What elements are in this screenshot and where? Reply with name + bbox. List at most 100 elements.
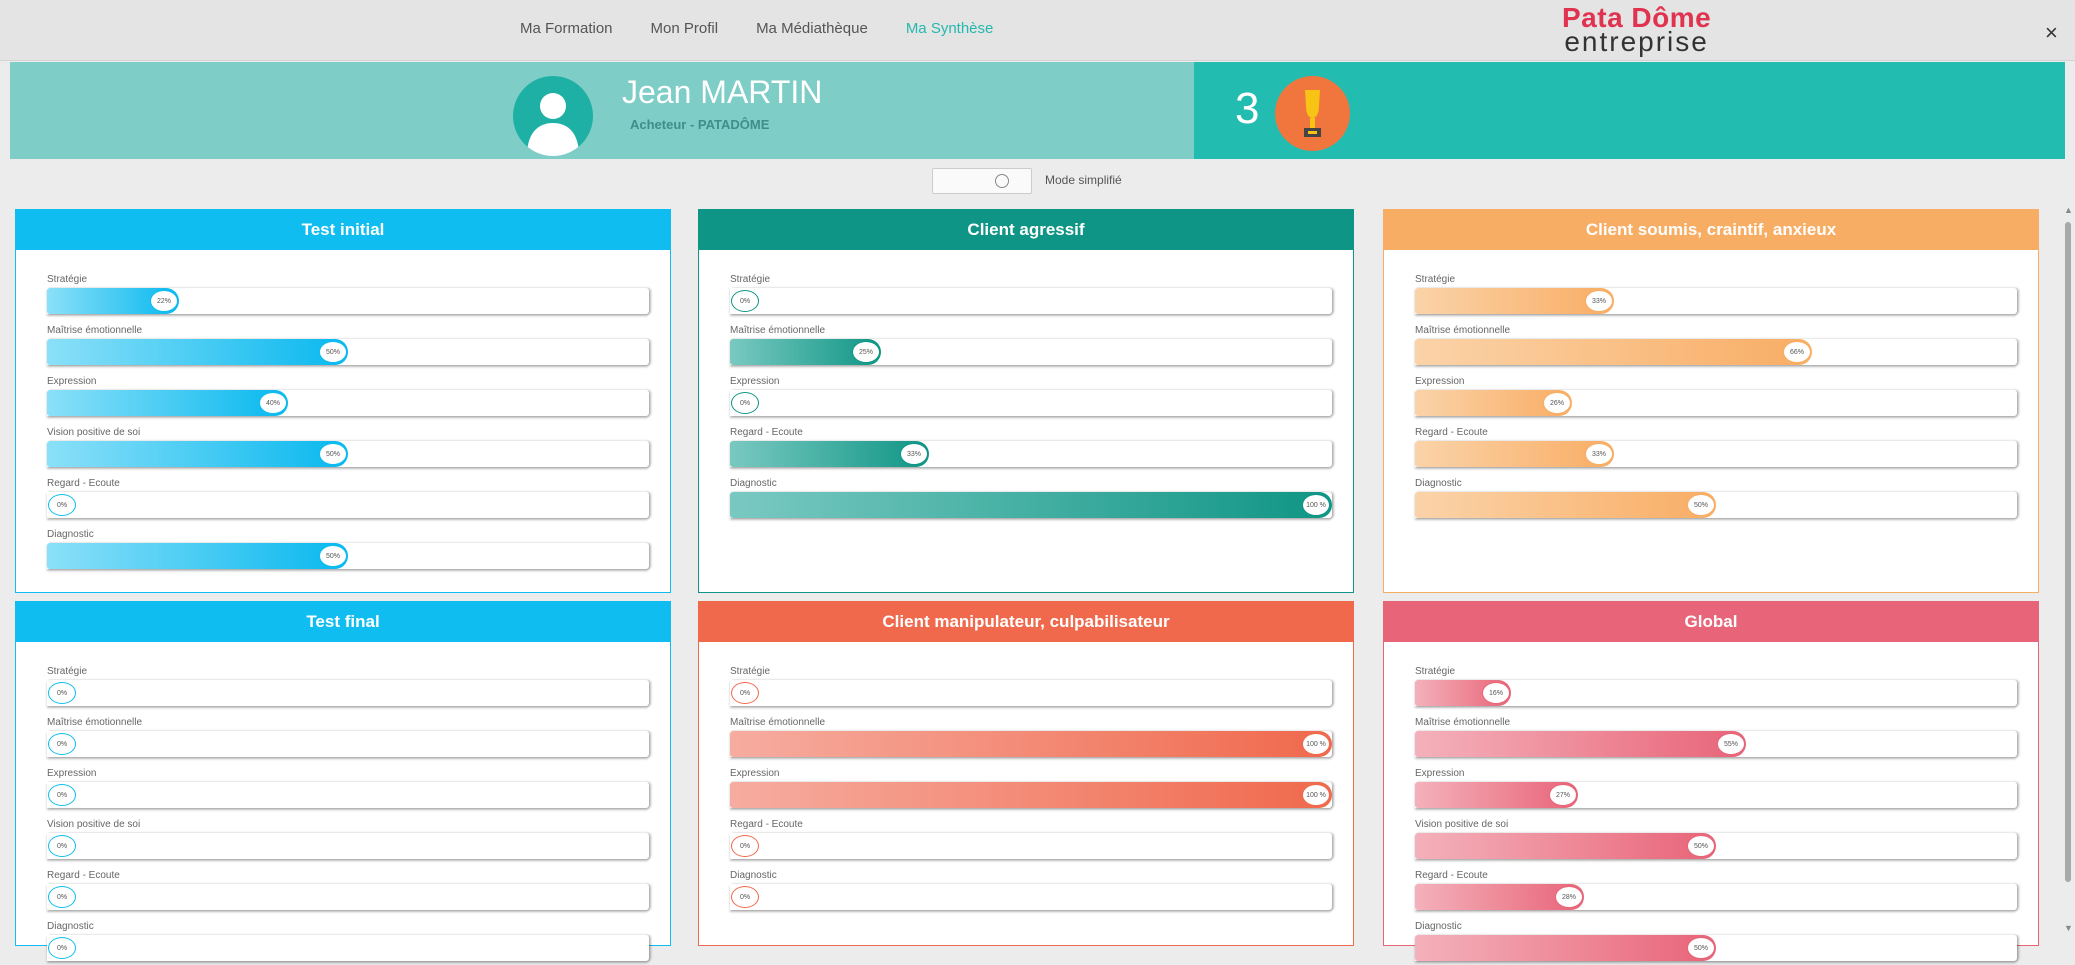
metric-label: Expression (730, 376, 780, 387)
scroll-thumb[interactable] (2065, 222, 2071, 882)
metric-label: Regard - Ecoute (47, 870, 120, 881)
metric-label: Maîtrise émotionnelle (47, 717, 143, 728)
progress-track: 0% (47, 731, 649, 757)
metric-strategie: Stratégie 0% (730, 274, 1340, 318)
close-icon[interactable]: × (2045, 20, 2058, 46)
panel-client-agressif: Client agressif Stratégie 0% Maîtrise émoti… (698, 209, 1354, 593)
metric-expression: Expression 100 % (730, 768, 1340, 812)
metric-maitrise-emotionnelle: Maîtrise émotionnelle 25% (730, 325, 1340, 369)
percent-badge: 28% (1555, 886, 1583, 908)
panel-title: Test initial (15, 209, 671, 250)
progress-track: 0% (730, 884, 1332, 910)
logo-line-2: entreprise (1564, 26, 1709, 57)
user-role: Acheteur - PATADÔME (630, 117, 770, 132)
metric-label: Stratégie (730, 666, 771, 677)
panel-test-final: Test final Stratégie 0% Maîtrise émotionnel… (15, 601, 671, 961)
percent-badge: 27% (1549, 784, 1577, 806)
nav-ma-mediatheque[interactable]: Ma Médiathèque (756, 20, 868, 37)
progress-fill (730, 731, 1332, 757)
metric-maitrise-emotionnelle: Maîtrise émotionnelle 50% (47, 325, 657, 369)
percent-badge: 50% (1687, 937, 1715, 959)
progress-track: 0% (730, 833, 1332, 859)
progress-track: 33% (1415, 441, 2017, 467)
metric-diagnostic: Diagnostic 0% (47, 921, 657, 965)
simplified-mode-toggle[interactable] (932, 168, 1032, 194)
progress-track: 100 % (730, 731, 1332, 757)
metric-label: Expression (47, 768, 97, 779)
percent-badge: 0% (731, 835, 759, 857)
progress-track: 0% (47, 492, 649, 518)
metric-label: Diagnostic (1415, 921, 1462, 932)
metric-label: Maîtrise émotionnelle (1415, 717, 1511, 728)
progress-track: 0% (730, 288, 1332, 314)
panel-title: Client soumis, craintif, anxieux (1383, 209, 2039, 250)
scroll-down-icon[interactable]: ▼ (2064, 923, 2073, 933)
nav-ma-formation[interactable]: Ma Formation (520, 20, 613, 37)
panel-global: Global Stratégie 16% Maîtrise émotionnelle 5… (1383, 601, 2039, 961)
progress-track: 50% (47, 543, 649, 569)
progress-track: 100 % (730, 782, 1332, 808)
progress-track: 50% (1415, 492, 2017, 518)
percent-badge: 0% (48, 733, 76, 755)
metric-diagnostic: Diagnostic 100 % (730, 478, 1340, 522)
progress-track: 33% (730, 441, 1332, 467)
percent-badge: 0% (731, 886, 759, 908)
metric-label: Diagnostic (47, 529, 94, 540)
progress-fill (47, 543, 348, 569)
progress-track: 50% (47, 339, 649, 365)
metric-label: Vision positive de soi (47, 427, 141, 438)
percent-badge: 0% (731, 290, 759, 312)
scroll-up-icon[interactable]: ▲ (2064, 205, 2073, 215)
progress-track: 0% (730, 390, 1332, 416)
top-bar: Ma Formation Mon Profil Ma Médiathèque M… (0, 0, 2075, 61)
percent-badge: 50% (319, 545, 347, 567)
progress-track: 25% (730, 339, 1332, 365)
percent-badge: 33% (900, 443, 928, 465)
progress-fill (730, 492, 1332, 518)
percent-badge: 66% (1783, 341, 1811, 363)
progress-fill (47, 390, 288, 416)
progress-track: 50% (47, 441, 649, 467)
metric-label: Expression (730, 768, 780, 779)
percent-badge: 0% (48, 937, 76, 959)
profile-header: Jean MARTIN Acheteur - PATADÔME 3 (10, 62, 2065, 159)
metric-label: Regard - Ecoute (47, 478, 120, 489)
percent-badge: 100 % (1302, 733, 1330, 755)
metric-label: Vision positive de soi (1415, 819, 1509, 830)
panel-test-initial: Test initial Stratégie 22% Maîtrise émotion… (15, 209, 671, 593)
simplified-mode-label: Mode simplifié (1045, 173, 1122, 187)
panel-client-manipulateur-culpabilisateur: Client manipulateur, culpabilisateur Stra… (698, 601, 1354, 946)
progress-track: 28% (1415, 884, 2017, 910)
metric-label: Diagnostic (730, 478, 777, 489)
metric-expression: Expression 40% (47, 376, 657, 420)
panel-client-soumis-craintif-anxieux: Client soumis, craintif, anxieux Stratégi… (1383, 209, 2039, 593)
progress-fill (730, 782, 1332, 808)
metric-label: Stratégie (47, 274, 88, 285)
user-name: Jean MARTIN (622, 74, 823, 110)
metric-strategie: Stratégie 33% (1415, 274, 2025, 318)
metric-label: Stratégie (730, 274, 771, 285)
progress-track: 55% (1415, 731, 2017, 757)
percent-badge: 25% (852, 341, 880, 363)
metric-regard-ecoute: Regard - Ecoute 0% (47, 870, 657, 914)
metric-expression: Expression 26% (1415, 376, 2025, 420)
nav-ma-synthese[interactable]: Ma Synthèse (906, 20, 994, 37)
metric-label: Regard - Ecoute (730, 427, 803, 438)
metric-maitrise-emotionnelle: Maîtrise émotionnelle 55% (1415, 717, 2025, 761)
metric-diagnostic: Diagnostic 50% (47, 529, 657, 573)
metric-label: Maîtrise émotionnelle (730, 717, 826, 728)
progress-track: 0% (47, 833, 649, 859)
metric-label: Vision positive de soi (47, 819, 141, 830)
metric-label: Maîtrise émotionnelle (1415, 325, 1511, 336)
percent-badge: 50% (319, 341, 347, 363)
nav-mon-profil[interactable]: Mon Profil (651, 20, 719, 37)
progress-fill (1415, 339, 1812, 365)
metric-maitrise-emotionnelle: Maîtrise émotionnelle 66% (1415, 325, 2025, 369)
progress-fill (47, 339, 348, 365)
percent-badge: 0% (48, 835, 76, 857)
vertical-scrollbar[interactable]: ▲ ▼ (2061, 205, 2075, 946)
progress-fill (1415, 492, 1716, 518)
metric-label: Diagnostic (1415, 478, 1462, 489)
metric-diagnostic: Diagnostic 0% (730, 870, 1340, 914)
progress-track: 0% (47, 884, 649, 910)
